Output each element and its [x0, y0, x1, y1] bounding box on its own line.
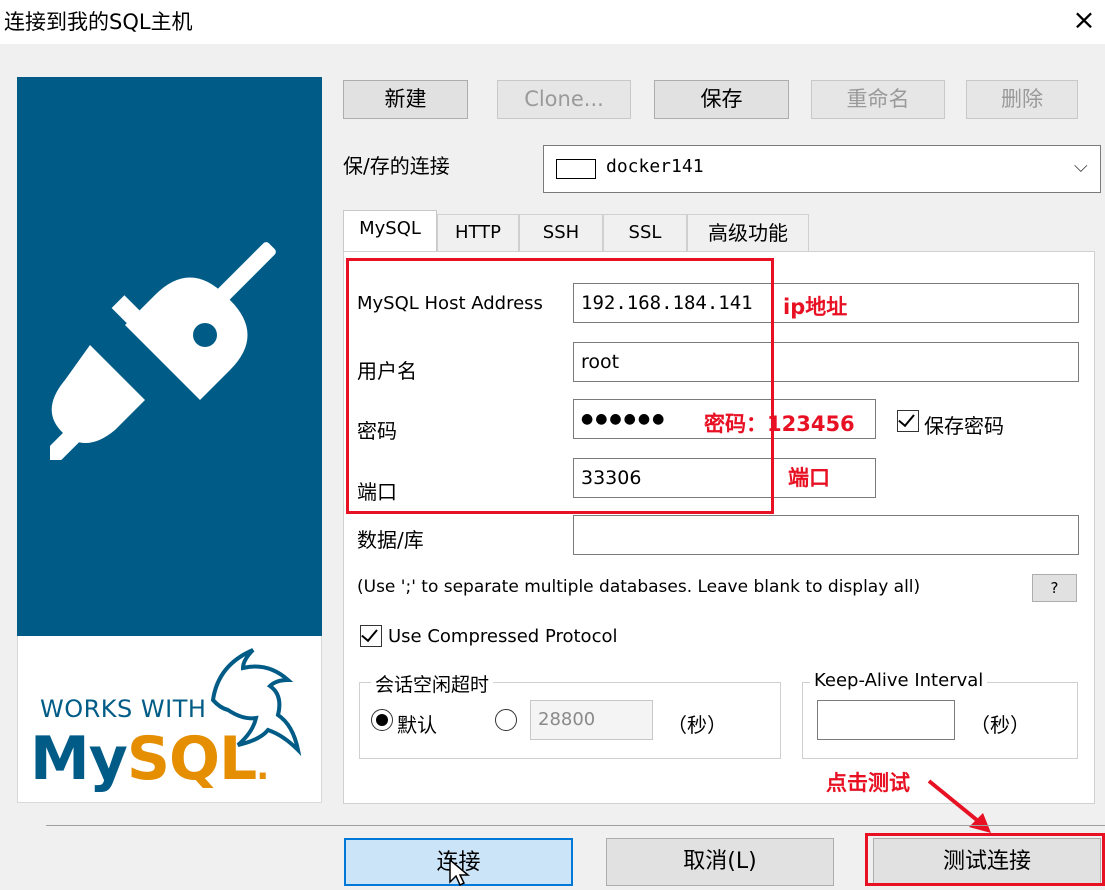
- click-test-annotation: 点击测试: [826, 771, 910, 795]
- tab-mysql[interactable]: MySQL: [343, 210, 437, 252]
- timeout-seconds-label: （秒）: [667, 713, 727, 737]
- check-icon: [898, 409, 915, 428]
- database-label: 数据/库: [357, 528, 424, 552]
- keepalive-input[interactable]: [817, 700, 955, 740]
- help-button[interactable]: ?: [1032, 574, 1077, 602]
- saved-connection-select[interactable]: docker141 ⌵: [543, 145, 1101, 193]
- footer-separator: [46, 825, 1105, 826]
- mysql-logo-my: My: [30, 724, 128, 794]
- chevron-down-icon[interactable]: ⌵: [1074, 156, 1088, 177]
- close-icon[interactable]: ×: [1066, 2, 1102, 38]
- default-radio-label: 默认: [397, 713, 437, 737]
- save-button[interactable]: 保存: [654, 80, 789, 119]
- credentials-highlight-box: [346, 258, 774, 514]
- new-button[interactable]: 新建: [343, 80, 468, 119]
- default-radio[interactable]: [371, 709, 393, 731]
- rename-button[interactable]: 重命名: [811, 80, 945, 119]
- title-bar: 连接到我的SQL主机 ×: [0, 0, 1105, 44]
- saved-connection-value: docker141: [606, 156, 704, 177]
- tab-ssl[interactable]: SSL: [603, 214, 687, 252]
- tab-http[interactable]: HTTP: [437, 214, 519, 252]
- save-password-label: 保存密码: [924, 414, 1004, 438]
- window-title: 连接到我的SQL主机: [4, 10, 193, 34]
- timeout-input[interactable]: 28800: [530, 700, 653, 740]
- check-icon: [361, 624, 378, 643]
- save-password-checkbox[interactable]: [897, 409, 919, 432]
- database-input[interactable]: [573, 515, 1079, 555]
- compressed-checkbox[interactable]: [360, 624, 382, 647]
- test-highlight-box: [865, 833, 1105, 886]
- compressed-label: Use Compressed Protocol: [388, 626, 618, 647]
- session-timeout-legend: 会话空闲超时: [371, 670, 494, 697]
- clone-button[interactable]: Clone...: [497, 80, 631, 119]
- ip-annotation: ip地址: [783, 295, 848, 319]
- mysql-logo-mark: .: [256, 748, 269, 788]
- plug-icon: [43, 240, 280, 466]
- mysql-logo: MySQL.: [30, 724, 269, 794]
- custom-timeout-radio[interactable]: [495, 709, 517, 731]
- db-color-icon: [556, 159, 596, 179]
- database-hint: (Use ';' to separate multiple databases.…: [357, 577, 921, 597]
- works-with-text: WORKS WITH: [40, 695, 207, 723]
- tab-advanced[interactable]: 高级功能: [687, 214, 809, 252]
- port-annotation: 端口: [788, 466, 830, 490]
- saved-connection-label: 保/存的连接: [343, 154, 450, 178]
- tab-ssh[interactable]: SSH: [519, 214, 603, 252]
- radio-dot-icon: [376, 714, 388, 726]
- delete-button[interactable]: 删除: [966, 80, 1078, 119]
- cancel-button[interactable]: 取消(L): [606, 838, 834, 886]
- mouse-cursor-icon: [448, 858, 471, 890]
- keepalive-legend: Keep-Alive Interval: [810, 670, 988, 691]
- mysql-logo-sql: SQL: [126, 724, 257, 794]
- keepalive-seconds-label: （秒）: [970, 713, 1030, 737]
